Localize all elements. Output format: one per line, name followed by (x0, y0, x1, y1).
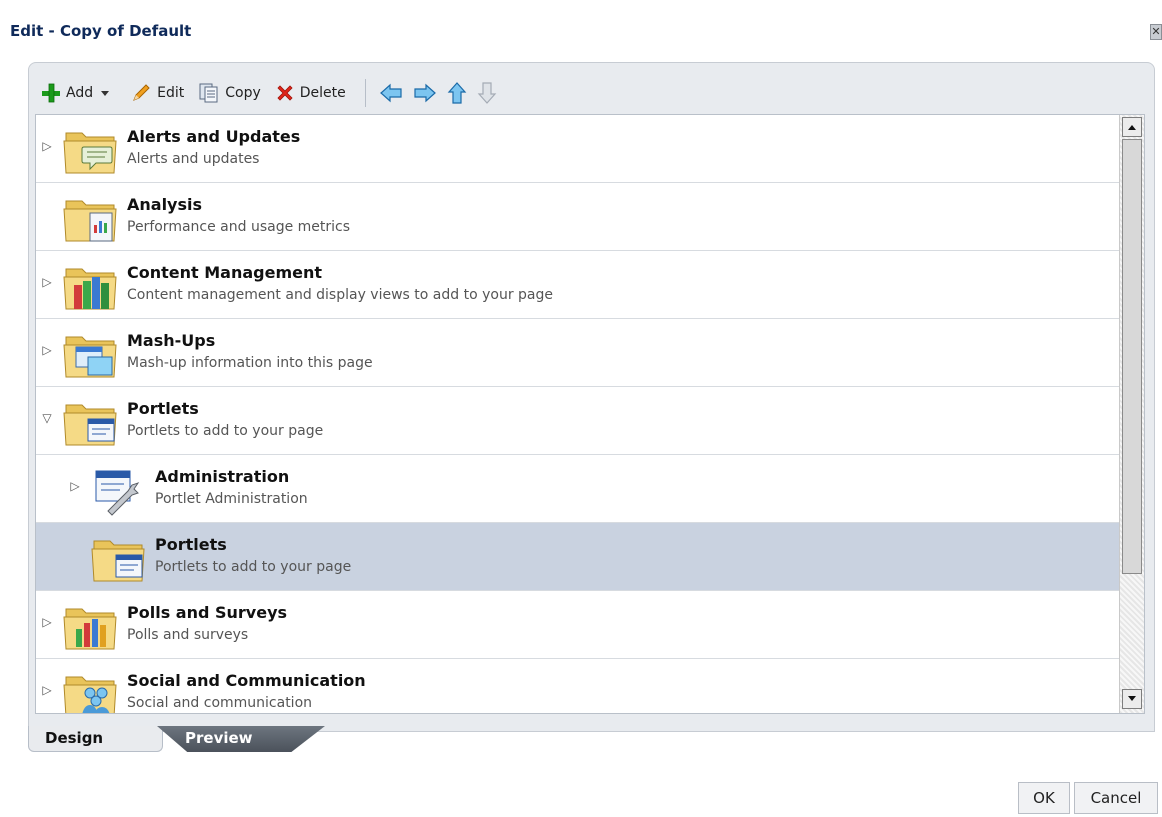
move-right-button[interactable] (408, 78, 442, 108)
tree-row-administration[interactable]: ▷ Administration Portlet Administration (36, 455, 1119, 523)
analysis-folder-icon (63, 200, 117, 242)
expand-icon[interactable]: ▷ (40, 139, 54, 153)
scroll-up-icon (1128, 125, 1136, 130)
polls-folder-icon (63, 608, 117, 650)
scroll-down-button[interactable] (1122, 689, 1142, 709)
expand-icon[interactable]: ▷ (68, 479, 82, 493)
toolbar: Add Edit Copy Delete (34, 72, 1144, 114)
scroll-down-icon (1128, 696, 1136, 701)
administration-icon (95, 470, 140, 516)
dropdown-icon (101, 91, 110, 96)
portlets-folder-icon (91, 540, 145, 582)
add-button[interactable]: Add (34, 78, 123, 108)
mashup-folder-icon (63, 336, 117, 378)
tree-row-title: Analysis (127, 195, 203, 214)
expand-icon[interactable]: ▷ (40, 343, 54, 357)
arrow-down-icon (477, 82, 497, 104)
tree-row-description: Content management and display views to … (127, 287, 554, 303)
arrow-right-icon (414, 83, 436, 103)
tree-row-title: Administration (155, 467, 290, 486)
expand-icon[interactable]: ▷ (40, 615, 54, 629)
delete-label: Delete (299, 85, 346, 101)
tree-row-description: Portlet Administration (155, 491, 308, 507)
copy-button[interactable]: Copy (191, 78, 268, 108)
alerts-folder-icon (63, 132, 117, 174)
scroll-up-button[interactable] (1122, 117, 1142, 137)
tree-row-portlets-child[interactable]: Portlets Portlets to add to your page (36, 523, 1119, 591)
move-left-button[interactable] (374, 78, 408, 108)
tree-row-title: Mash-Ups (127, 331, 216, 350)
vertical-scrollbar[interactable] (1119, 115, 1144, 713)
scrollbar-thumb[interactable] (1122, 139, 1142, 574)
tree-row-portlets[interactable]: ▽ Portlets Portlets to add to your page (36, 387, 1119, 455)
tree-row-mash-ups[interactable]: ▷ Mash-Ups Mash-up information into this… (36, 319, 1119, 387)
tree-row-social-and-communication[interactable]: ▷ Social and Communication Social and co… (36, 659, 1119, 713)
tree-row-content-management[interactable]: ▷ Content Management Content management … (36, 251, 1119, 319)
edit-icon (133, 84, 150, 101)
cancel-button[interactable]: Cancel (1074, 782, 1158, 814)
content-folder-icon (63, 268, 117, 310)
move-up-button[interactable] (442, 78, 472, 108)
tree-row-description: Mash-up information into this page (127, 355, 373, 371)
add-label: Add (66, 85, 94, 101)
arrow-left-icon (379, 83, 402, 103)
tree-row-title: Content Management (127, 263, 323, 282)
delete-icon (277, 85, 293, 101)
portlets-folder-icon (63, 404, 117, 446)
toolbar-separator (364, 79, 366, 107)
tree-row-description: Alerts and updates (127, 151, 260, 167)
tree-row-title: Portlets (155, 535, 227, 554)
tree-row-title: Portlets (127, 399, 199, 418)
expand-icon[interactable]: ▷ (40, 275, 54, 289)
dialog-title: Edit - Copy of Default (10, 22, 192, 40)
edit-button[interactable]: Edit (123, 78, 191, 108)
tree-row-description: Portlets to add to your page (155, 559, 352, 575)
tree-row-title: Social and Communication (127, 671, 366, 690)
tree-row-alerts-and-updates[interactable]: ▷ Alerts and Updates Alerts and updates (36, 115, 1119, 183)
tree-row-description: Performance and usage metrics (127, 219, 351, 235)
move-down-button[interactable] (472, 78, 502, 108)
tree-row-polls-and-surveys[interactable]: ▷ Polls and Surveys Polls and surveys (36, 591, 1119, 659)
copy-icon (199, 83, 218, 103)
tree-row-description: Polls and surveys (127, 627, 249, 643)
edit-label: Edit (157, 85, 185, 101)
tab-design[interactable]: Design (28, 726, 163, 752)
tree-row-description: Portlets to add to your page (127, 423, 324, 439)
tree-row-title: Polls and Surveys (127, 603, 288, 622)
tab-preview[interactable]: Preview (157, 726, 325, 752)
tree-row-analysis[interactable]: Analysis Performance and usage metrics (36, 183, 1119, 251)
tree-row-description: Social and communication (127, 695, 313, 711)
ok-button[interactable]: OK (1018, 782, 1070, 814)
expand-icon[interactable]: ▷ (40, 683, 54, 697)
copy-label: Copy (225, 85, 261, 101)
social-folder-icon (63, 676, 117, 713)
arrow-up-icon (447, 82, 467, 104)
tree-row-title: Alerts and Updates (127, 127, 301, 146)
add-icon (42, 83, 60, 103)
delete-button[interactable]: Delete (268, 78, 353, 108)
close-icon[interactable]: ✕ (1150, 24, 1162, 40)
tree-list: ▷ Alerts and Updates Alerts and updates … (35, 114, 1145, 714)
collapse-icon[interactable]: ▽ (40, 411, 54, 425)
